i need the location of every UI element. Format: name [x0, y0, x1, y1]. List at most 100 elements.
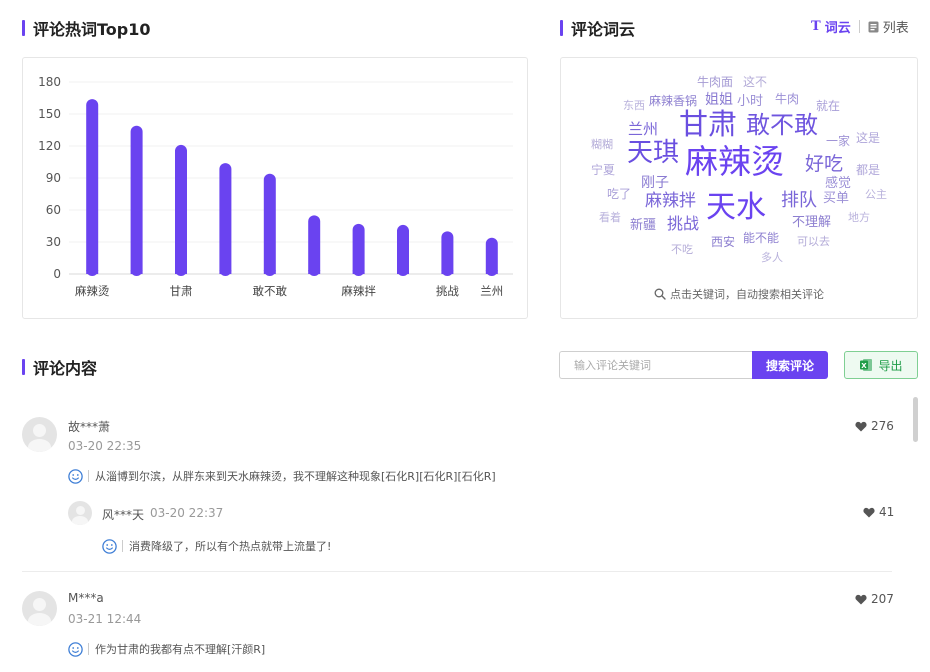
wordcloud-word[interactable]: 不吃: [671, 244, 693, 255]
wordcloud-card: 点击关键词，自动搜索相关评论 牛肉面 这不东西 麻辣香锅 姐姐 小时 牛肉就在糊糊 兰州 甘肃…: [560, 57, 918, 319]
reply-username[interactable]: 风***天: [102, 506, 144, 523]
wordcloud-word[interactable]: 都是: [856, 164, 880, 176]
comment-text: 作为甘肃的我都有点不理解[汗颜R]: [68, 641, 265, 657]
heart-icon: [863, 507, 875, 517]
wordcloud-word[interactable]: 吃了: [607, 188, 631, 200]
wordcloud-tab-label: 词云: [824, 21, 851, 36]
list-doc-icon: [868, 21, 879, 32]
export-button[interactable]: X 导出: [844, 351, 918, 379]
wordcloud-word[interactable]: 好吃: [805, 155, 843, 174]
wordcloud-word[interactable]: 西安: [711, 236, 735, 248]
wordcloud-word[interactable]: 麻辣烫: [685, 145, 784, 178]
wordcloud-word[interactable]: 能不能: [743, 232, 779, 244]
wordcloud-word[interactable]: 天水: [706, 193, 766, 223]
comment-body: 从淄博到尔滨，从胖东来到天水麻辣烫，我不理解这种现象[石化R][石化R][石化R…: [95, 470, 496, 483]
bar-base: [130, 270, 143, 274]
bar-麻辣拌: [352, 223, 365, 276]
wordcloud-word[interactable]: 麻辣拌: [645, 193, 696, 210]
bar-麻辣烫: [86, 99, 99, 276]
scrollbar-thumb[interactable]: [913, 397, 918, 442]
avatar[interactable]: [22, 417, 57, 452]
like-count: 41: [879, 505, 895, 519]
comment-time: 03-20 22:35: [68, 439, 142, 453]
hotwords-chart-card: 0 30 60 90 120 150 180 麻辣烫 甘肃 敢不敢 麻辣拌 挑战 兰州: [22, 57, 528, 319]
comment-search-input[interactable]: [559, 351, 752, 379]
wordcloud-word[interactable]: 东西: [623, 100, 645, 111]
comment-divider: [22, 571, 892, 572]
text-t-icon: T: [811, 19, 821, 34]
wordcloud-word[interactable]: 糊糊: [591, 139, 613, 150]
wordcloud-word[interactable]: 一家: [826, 135, 850, 147]
wordcloud-word[interactable]: 甘肃: [679, 110, 737, 139]
wordcloud-word[interactable]: 可以去: [797, 236, 830, 247]
wordcloud-word[interactable]: 刚子: [641, 176, 669, 190]
bar-排队: [308, 215, 321, 276]
view-toggle: T 词云 列表: [811, 17, 909, 36]
reply-body: 消费降级了，所以有个热点就带上流量了!: [129, 540, 332, 553]
wordcloud-word[interactable]: 公主: [865, 189, 887, 200]
svg-text:X: X: [862, 362, 868, 370]
like-button[interactable]: 207: [855, 592, 894, 606]
comment-body: 作为甘肃的我都有点不理解[汗颜R]: [95, 643, 266, 656]
text-divider: [122, 540, 123, 552]
like-button[interactable]: 41: [863, 505, 894, 519]
list-tab-label: 列表: [882, 21, 909, 36]
wordcloud-word[interactable]: 牛肉面: [697, 76, 733, 88]
wordcloud-title-text: 评论词云: [571, 20, 636, 39]
wordcloud-word[interactable]: 敢不敢: [746, 113, 818, 137]
bar-天琪: [219, 163, 232, 276]
wordcloud-word[interactable]: 感觉: [825, 177, 851, 190]
comment-username[interactable]: 故***萧: [68, 418, 110, 435]
wordcloud-word[interactable]: 兰州: [628, 122, 658, 137]
wordcloud-word[interactable]: 挑战: [667, 216, 699, 232]
wordcloud-word[interactable]: 这是: [856, 132, 880, 144]
y-tick-label: 120: [38, 139, 61, 153]
x-tick-label: 敢不敢: [253, 284, 288, 298]
like-button[interactable]: 276: [855, 419, 894, 433]
comment-username[interactable]: M***a: [68, 591, 104, 605]
wordcloud-word[interactable]: 地方: [848, 212, 870, 223]
x-tick-label: 麻辣烫: [75, 284, 110, 298]
wordcloud-word[interactable]: 麻辣香锅: [649, 95, 697, 107]
wordcloud-word[interactable]: 小时: [737, 95, 763, 108]
hotwords-section-title: 评论热词Top10: [22, 16, 151, 40]
wordcloud-word[interactable]: 宁夏: [591, 164, 615, 176]
wordcloud-word[interactable]: 多人: [761, 252, 783, 263]
wordcloud-view-tab[interactable]: T 词云: [811, 17, 851, 36]
wordcloud-word[interactable]: 排队: [781, 192, 817, 210]
hotwords-bar-chart: 0 30 60 90 120 150 180 麻辣烫 甘肃 敢不敢 麻辣拌 挑战 兰州: [38, 75, 513, 298]
bar-好吃: [397, 224, 409, 276]
x-tick-label: 兰州: [480, 284, 503, 298]
comment-text: 从淄博到尔滨，从胖东来到天水麻辣烫，我不理解这种现象[石化R][石化R][石化R…: [68, 468, 496, 484]
wordcloud-word[interactable]: 看着: [599, 212, 621, 223]
y-tick-label: 180: [38, 75, 61, 89]
wordcloud-word[interactable]: 牛肉: [775, 93, 799, 105]
title-accent-bar: [22, 20, 25, 36]
text-divider: [88, 470, 89, 482]
wordcloud-hint-text: 点击关键词，自动搜索相关评论: [670, 288, 824, 301]
list-view-tab[interactable]: 列表: [868, 17, 909, 36]
wordcloud-word[interactable]: 新疆: [630, 219, 656, 232]
y-tick-label: 90: [46, 171, 61, 185]
avatar[interactable]: [22, 591, 57, 626]
toggle-divider: [858, 20, 860, 33]
wordcloud-word[interactable]: 不理解: [792, 216, 831, 229]
x-tick-label: 挑战: [436, 284, 459, 298]
bar-base: [308, 270, 321, 274]
reply-text: 消费降级了，所以有个热点就带上流量了!: [102, 538, 331, 554]
wordcloud-word[interactable]: 天琪: [627, 140, 679, 166]
wordcloud-word[interactable]: 姐姐: [705, 93, 733, 107]
wordcloud-hint: 点击关键词，自动搜索相关评论: [561, 286, 917, 302]
bar-base: [441, 270, 454, 274]
hotwords-title-text: 评论热词Top10: [33, 20, 151, 39]
wordcloud-word[interactable]: 就在: [816, 100, 840, 112]
search-icon: [654, 288, 666, 300]
search-comments-button[interactable]: 搜索评论: [752, 351, 828, 379]
wordcloud-word[interactable]: 这不: [743, 76, 767, 88]
excel-icon: X: [860, 359, 873, 371]
bar-base: [175, 270, 187, 274]
wordcloud-word[interactable]: 买单: [823, 192, 849, 205]
like-count: 276: [871, 419, 894, 433]
avatar[interactable]: [68, 501, 92, 525]
bar-base: [485, 270, 498, 274]
